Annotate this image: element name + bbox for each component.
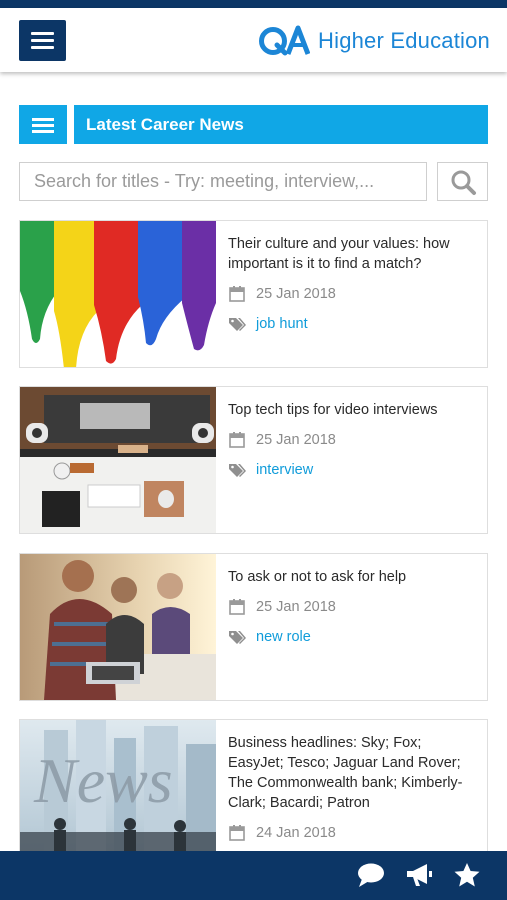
article-title[interactable]: Business headlines: Sky; Fox; EasyJet; T… — [228, 733, 478, 813]
section-menu-button[interactable] — [19, 105, 67, 144]
article-tag[interactable]: interview — [228, 462, 313, 478]
article-thumbnail-news: News — [20, 720, 216, 866]
article-date: 24 Jan 2018 — [228, 824, 336, 842]
article-tag[interactable]: job hunt — [228, 316, 308, 332]
article-title[interactable]: To ask or not to ask for help — [228, 567, 478, 587]
article-card[interactable]: News Business headlines: Sky; Fox; EasyJ… — [19, 719, 488, 867]
app-header: Higher Education — [0, 8, 507, 72]
section-header: Latest Career News — [19, 105, 488, 144]
megaphone-icon — [407, 864, 432, 886]
top-strip — [0, 0, 507, 8]
calendar-icon — [229, 599, 245, 615]
article-thumbnail-paint — [20, 221, 216, 367]
hamburger-icon — [31, 32, 54, 35]
brand-logo[interactable]: Higher Education — [258, 21, 490, 61]
qa-logo-icon — [259, 25, 311, 56]
article-card[interactable]: Their culture and your values: how impor… — [19, 220, 488, 368]
article-date: 25 Jan 2018 — [228, 285, 336, 303]
chat-icon — [358, 863, 384, 887]
announcements-button[interactable] — [405, 862, 433, 888]
hamburger-icon — [32, 118, 54, 121]
chat-button[interactable] — [357, 862, 385, 888]
main-menu-button[interactable] — [19, 20, 66, 61]
article-title[interactable]: Top tech tips for video interviews — [228, 400, 478, 420]
favorites-button[interactable] — [453, 862, 481, 888]
article-date: 25 Jan 2018 — [228, 598, 336, 616]
article-card[interactable]: To ask or not to ask for help 25 Jan 201… — [19, 553, 488, 701]
tag-icon — [229, 464, 246, 477]
tag-icon — [229, 318, 246, 331]
article-thumbnail-desk — [20, 387, 216, 533]
brand-name: Higher Education — [318, 28, 490, 53]
search-input[interactable] — [19, 162, 427, 201]
article-title[interactable]: Their culture and your values: how impor… — [228, 234, 478, 274]
search-button[interactable] — [437, 162, 488, 201]
article-tag[interactable]: new role — [228, 629, 311, 645]
thumbnail-news-text: News — [33, 745, 173, 816]
search-icon — [451, 170, 476, 195]
article-date: 25 Jan 2018 — [228, 431, 336, 449]
article-thumbnail-team — [20, 554, 216, 700]
star-icon — [454, 863, 480, 887]
tag-icon — [229, 631, 246, 644]
section-title: Latest Career News — [74, 105, 488, 144]
calendar-icon — [229, 432, 245, 448]
calendar-icon — [229, 825, 245, 841]
calendar-icon — [229, 286, 245, 302]
bottom-toolbar — [0, 851, 507, 900]
article-card[interactable]: Top tech tips for video interviews 25 Ja… — [19, 386, 488, 534]
